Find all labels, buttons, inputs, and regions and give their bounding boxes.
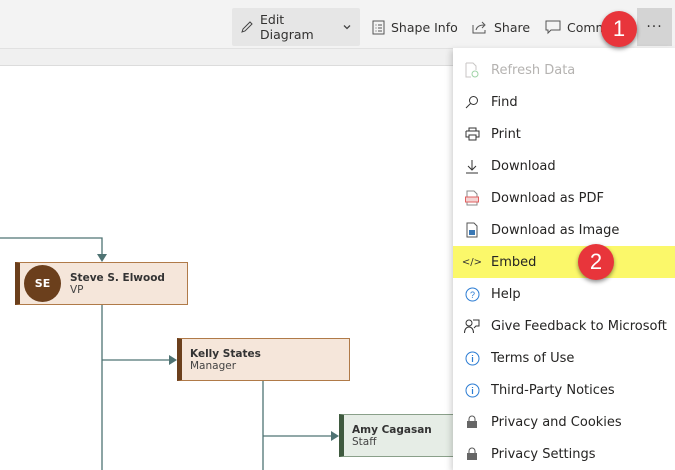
node-name: Kelly States xyxy=(190,347,261,360)
pdf-icon xyxy=(453,190,491,206)
org-node-manager[interactable]: Kelly States Manager xyxy=(177,338,350,381)
more-options-menu: Refresh Data Find Print Download Downloa… xyxy=(453,48,675,470)
menu-item-download[interactable]: Download xyxy=(453,150,675,182)
arrow-head xyxy=(169,355,177,365)
lock-icon xyxy=(453,415,491,429)
menu-item-third-party-notices[interactable]: Third-Party Notices xyxy=(453,374,675,406)
org-node-staff[interactable]: Amy Cagasan Staff xyxy=(339,414,469,457)
svg-text:?: ? xyxy=(469,290,474,300)
help-icon: ? xyxy=(453,287,491,302)
menu-item-download-image[interactable]: Download as Image xyxy=(453,214,675,246)
node-title: Manager xyxy=(190,359,237,372)
menu-item-find[interactable]: Find xyxy=(453,86,675,118)
menu-item-embed[interactable]: </> Embed xyxy=(453,246,675,278)
callout-badge-1: 1 xyxy=(601,11,637,47)
node-name: Amy Cagasan xyxy=(352,423,432,436)
feedback-icon xyxy=(453,319,491,334)
code-icon: </> xyxy=(461,256,483,268)
node-title: Staff xyxy=(352,435,377,448)
org-node-vp[interactable]: SE Steve S. Elwood VP xyxy=(15,262,188,305)
menu-item-feedback[interactable]: Give Feedback to Microsoft xyxy=(453,310,675,342)
info-icon xyxy=(453,351,491,366)
avatar: SE xyxy=(24,265,61,302)
arrow-head xyxy=(97,254,107,262)
menu-item-privacy-settings[interactable]: Privacy Settings xyxy=(453,438,675,470)
menu-item-privacy-cookies[interactable]: Privacy and Cookies xyxy=(453,406,675,438)
node-title: VP xyxy=(70,283,84,296)
refresh-data-icon xyxy=(453,62,491,78)
printer-icon xyxy=(453,127,491,141)
connector-top xyxy=(0,237,103,255)
arrow-head xyxy=(331,431,339,441)
image-icon xyxy=(453,222,491,238)
menu-item-print[interactable]: Print xyxy=(453,118,675,150)
download-icon xyxy=(453,159,491,174)
callout-badge-2: 2 xyxy=(578,244,614,280)
menu-item-download-pdf[interactable]: Download as PDF xyxy=(453,182,675,214)
info-icon xyxy=(453,383,491,398)
menu-item-refresh-data[interactable]: Refresh Data xyxy=(453,54,675,86)
search-icon xyxy=(453,95,491,109)
lock-icon xyxy=(453,447,491,461)
node-name: Steve S. Elwood xyxy=(70,271,165,284)
menu-item-help[interactable]: ? Help xyxy=(453,278,675,310)
menu-item-terms[interactable]: Terms of Use xyxy=(453,342,675,374)
